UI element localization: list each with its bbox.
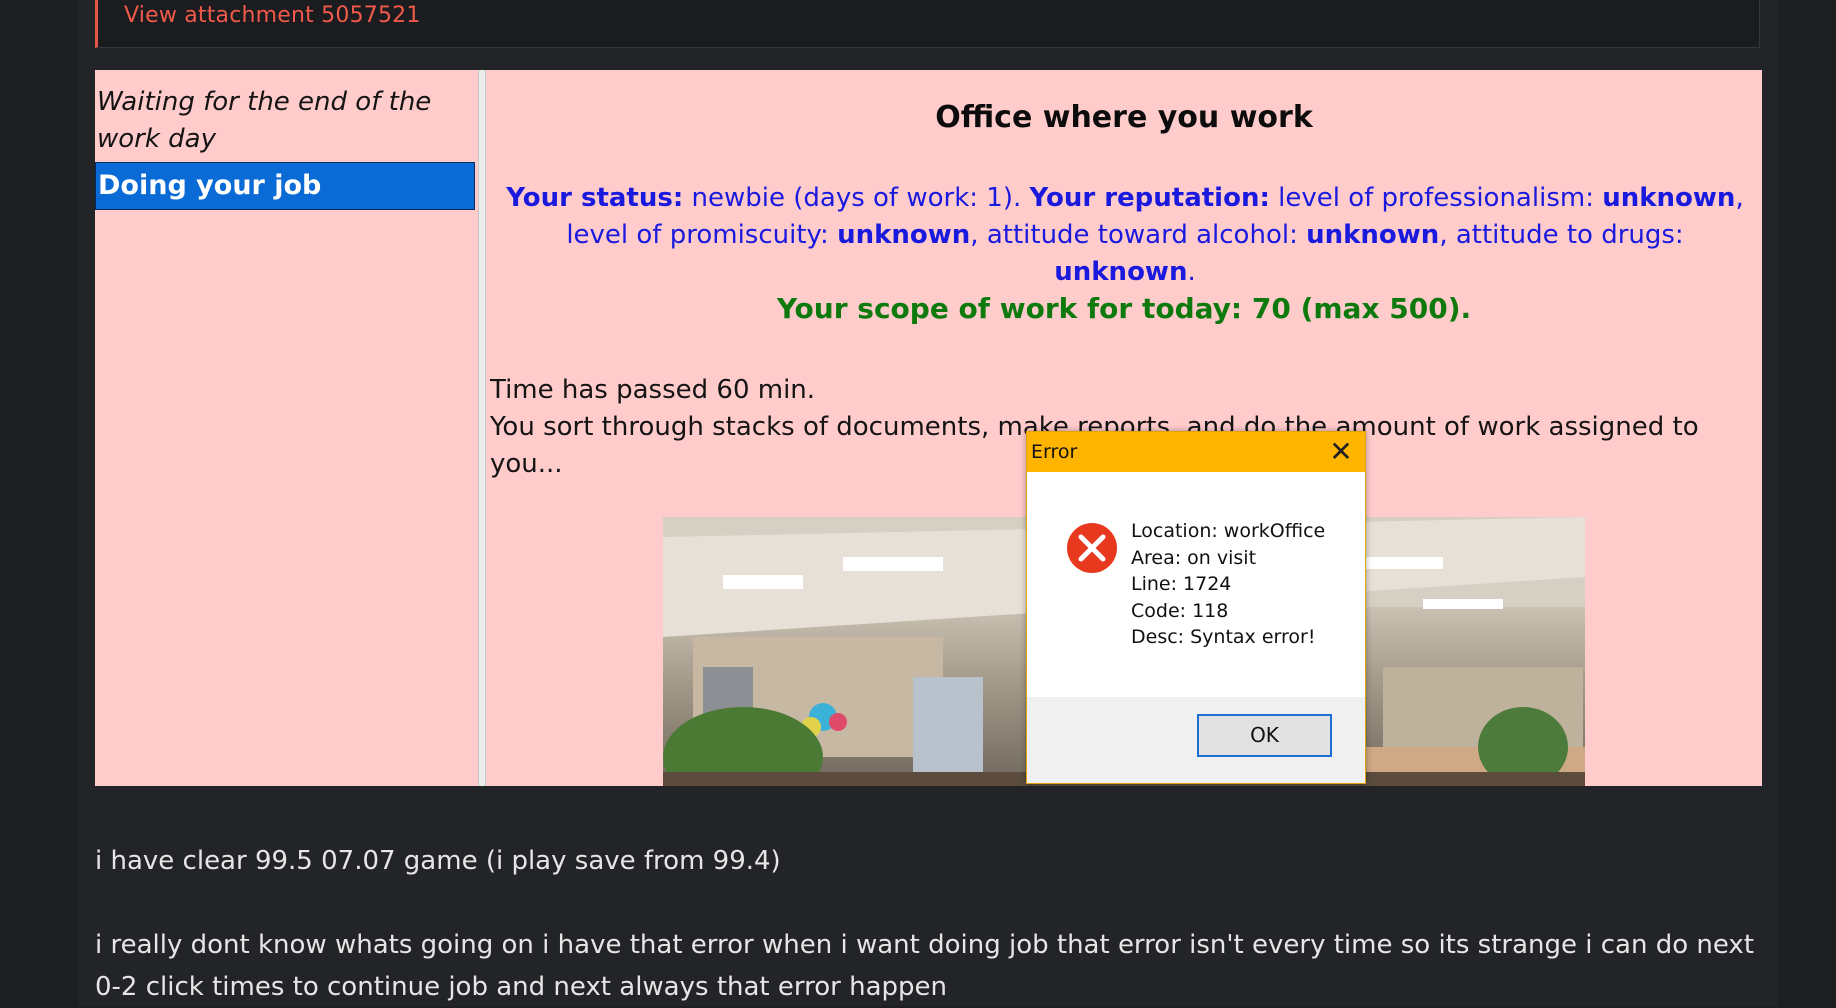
attachment-quote-box: View attachment 5057521 bbox=[95, 0, 1760, 48]
game-screenshot: Waiting for the end of the work day Doin… bbox=[95, 70, 1762, 786]
post-paragraph-1: i have clear 99.5 07.07 game (i play sav… bbox=[95, 846, 781, 876]
post-paragraph-2: i really dont know whats going on i have… bbox=[95, 930, 1755, 1002]
dialog-footer: OK bbox=[1027, 697, 1365, 783]
prof-value: unknown bbox=[1602, 183, 1736, 213]
error-details: Location: workOffice Area: on visit Line… bbox=[1131, 518, 1325, 651]
error-dialog: Error ✕ Location: workOffice Area: on vi… bbox=[1026, 431, 1366, 784]
dialog-title: Error bbox=[1031, 441, 1078, 463]
status-label: Your status: bbox=[506, 183, 684, 213]
sidebar-item-waiting[interactable]: Waiting for the end of the work day bbox=[97, 84, 467, 158]
prom-value: unknown bbox=[837, 220, 971, 250]
status-end: . bbox=[1187, 257, 1196, 287]
sidebar-item-doing-job[interactable]: Doing your job bbox=[95, 162, 475, 210]
view-attachment-link[interactable]: View attachment 5057521 bbox=[124, 3, 421, 28]
alcohol-text: , attitude toward alcohol: bbox=[970, 220, 1307, 250]
drugs-value: unknown bbox=[1054, 257, 1188, 287]
close-icon[interactable]: ✕ bbox=[1321, 434, 1361, 470]
error-icon bbox=[1067, 523, 1117, 573]
error-desc: Desc: Syntax error! bbox=[1131, 626, 1316, 648]
dialog-titlebar[interactable]: Error ✕ bbox=[1027, 432, 1365, 472]
ok-button[interactable]: OK bbox=[1197, 714, 1332, 757]
status-value: newbie (days of work: 1). bbox=[683, 183, 1030, 213]
work-scope-line: Your scope of work for today: 70 (max 50… bbox=[776, 292, 1472, 325]
prof-text: level of professionalism: bbox=[1269, 183, 1603, 213]
status-paragraph: Your status: newbie (days of work: 1). Y… bbox=[500, 180, 1750, 291]
alcohol-value: unknown bbox=[1306, 220, 1440, 250]
error-location: Location: workOffice bbox=[1131, 520, 1326, 542]
game-sidebar: Waiting for the end of the work day Doin… bbox=[95, 70, 479, 786]
time-passed-line: Time has passed 60 min. bbox=[490, 375, 816, 405]
error-line: Line: 1724 bbox=[1131, 573, 1232, 595]
page-gutter bbox=[1778, 0, 1836, 1006]
error-code: Code: 118 bbox=[1131, 599, 1229, 622]
pane-splitter[interactable] bbox=[478, 70, 486, 786]
location-title: Office where you work bbox=[935, 100, 1313, 135]
reputation-label: Your reputation: bbox=[1029, 183, 1270, 213]
error-area: Area: on visit bbox=[1131, 546, 1257, 569]
drugs-text: , attitude to drugs: bbox=[1439, 220, 1684, 250]
